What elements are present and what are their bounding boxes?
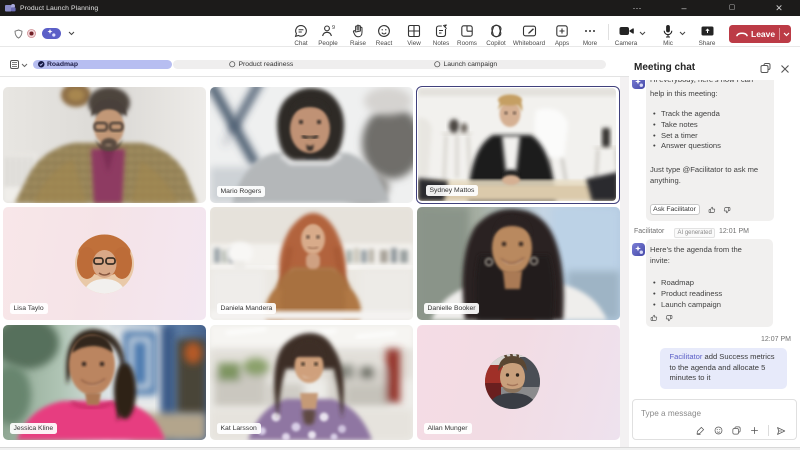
svg-text:9: 9 <box>332 25 335 31</box>
